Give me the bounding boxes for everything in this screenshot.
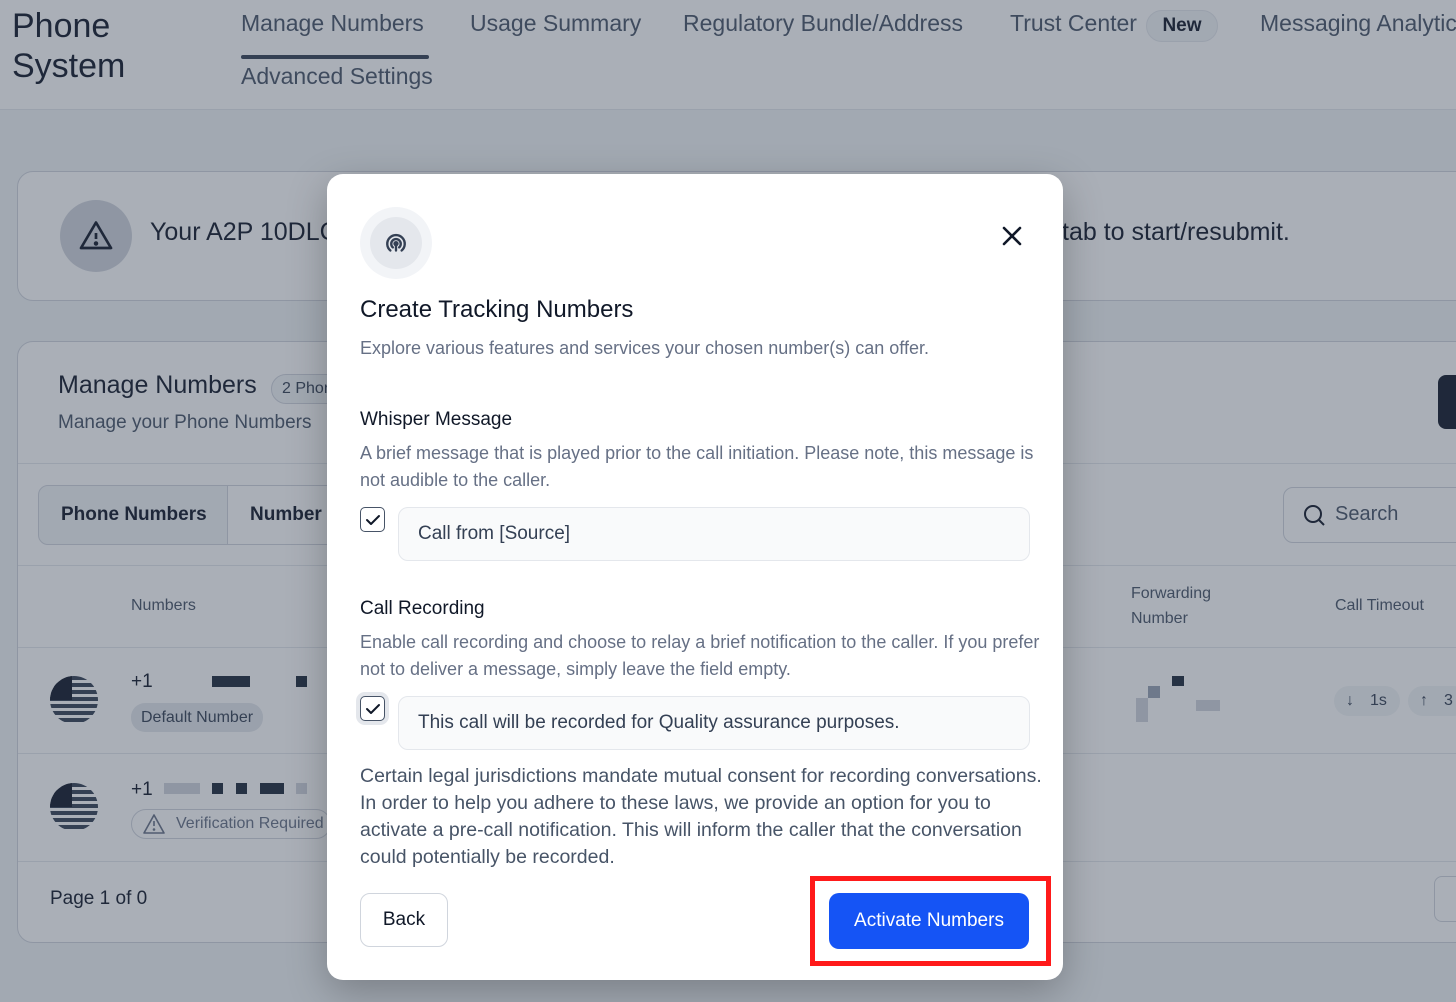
- call-recording-title: Call Recording: [360, 598, 485, 619]
- call-recording-description: Enable call recording and choose to rela…: [360, 632, 1040, 679]
- modal-icon-container: [360, 207, 432, 279]
- whisper-message-input[interactable]: Call from [Source]: [398, 507, 1030, 561]
- legal-consent-note: Certain legal jurisdictions mandate mutu…: [360, 765, 1042, 868]
- check-icon: [365, 514, 380, 525]
- call-recording-checkbox[interactable]: [360, 696, 385, 721]
- modal-title: Create Tracking Numbers: [360, 296, 634, 323]
- check-icon: [365, 703, 380, 714]
- whisper-message-checkbox[interactable]: [360, 507, 385, 532]
- whisper-message-title: Whisper Message: [360, 409, 513, 430]
- call-recording-message-input[interactable]: This call will be recorded for Quality a…: [398, 696, 1030, 750]
- activate-numbers-button[interactable]: Activate Numbers: [829, 893, 1029, 949]
- broadcast-signal-icon: [370, 217, 422, 269]
- modal-subtitle: Explore various features and services yo…: [360, 338, 929, 358]
- close-icon[interactable]: [998, 222, 1026, 250]
- whisper-message-description: A brief message that is played prior to …: [360, 443, 1034, 490]
- create-tracking-numbers-modal: Create Tracking Numbers Explore various …: [327, 174, 1063, 980]
- back-button[interactable]: Back: [360, 893, 448, 947]
